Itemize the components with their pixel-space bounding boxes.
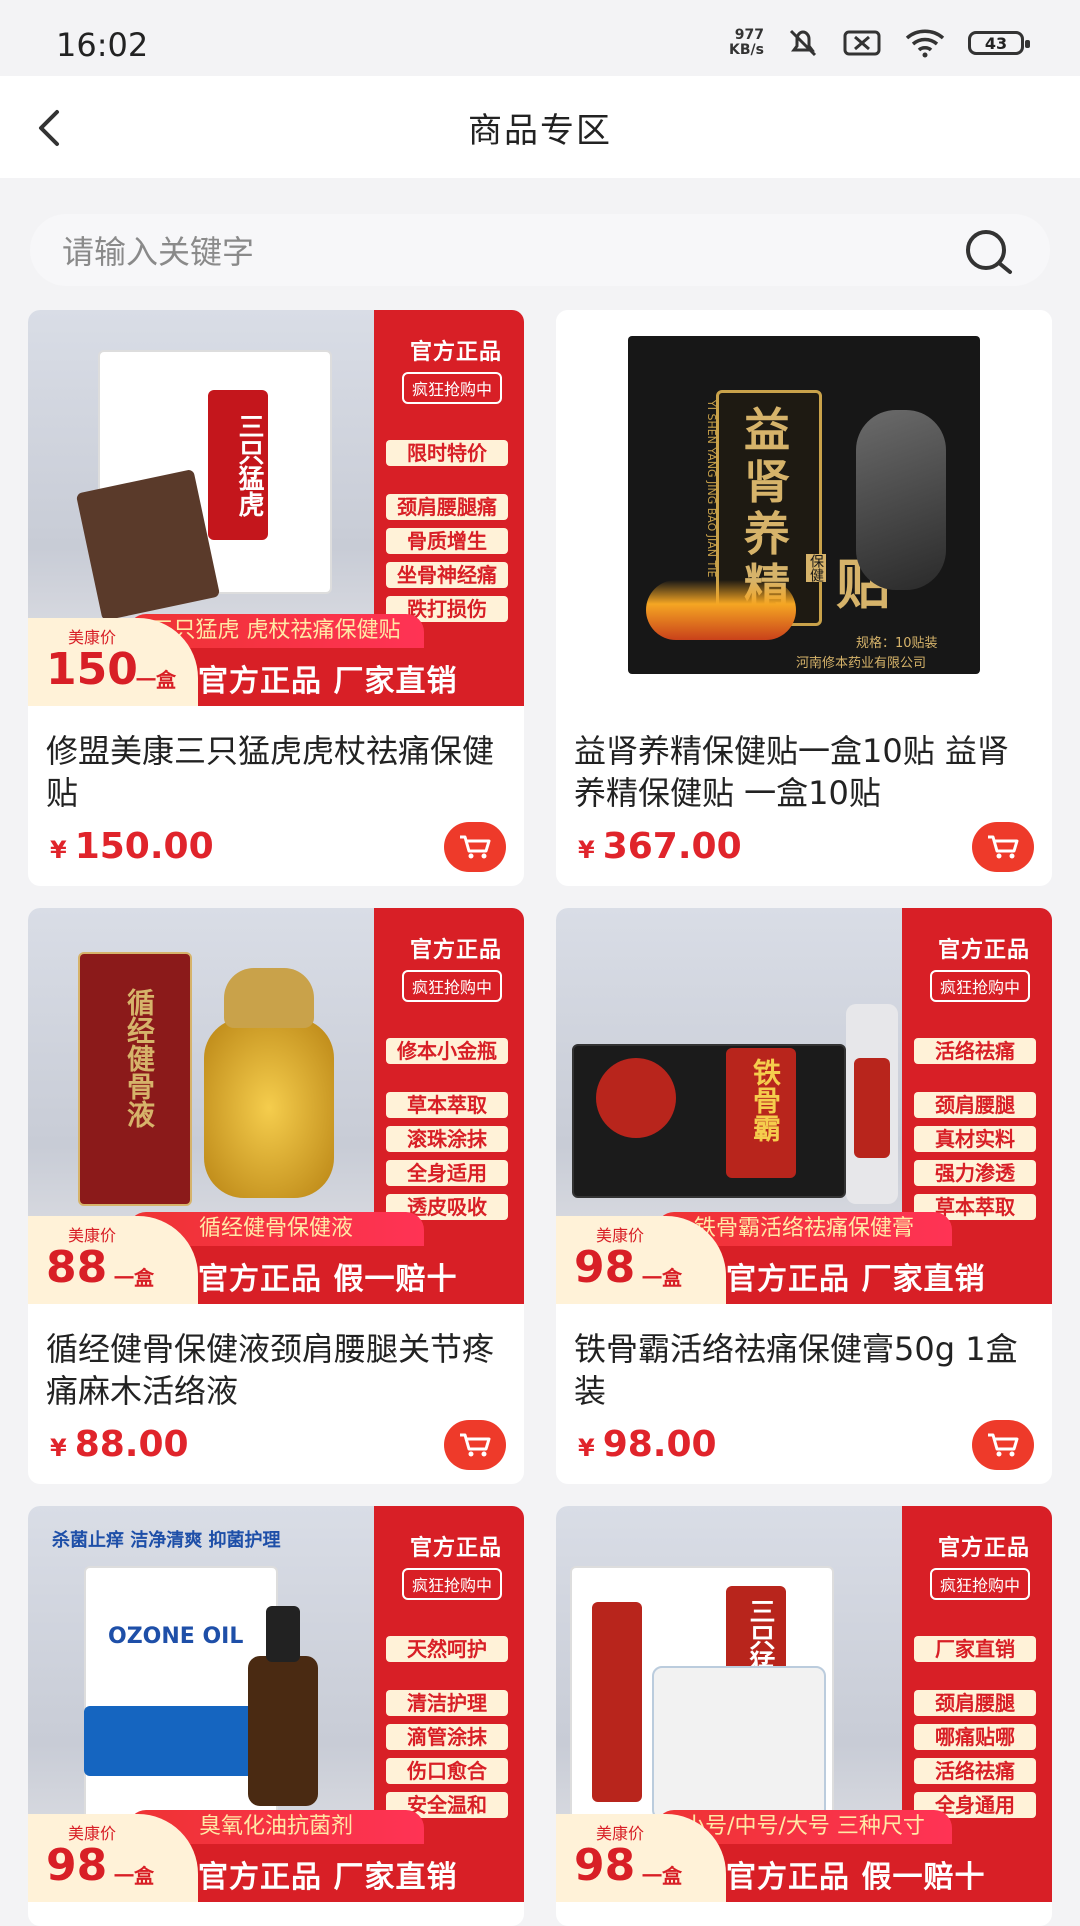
promo-strip: 官方正品 厂家直销: [198, 664, 458, 699]
promo-tag: 厂家直销: [914, 1636, 1036, 1662]
page-title: 商品专区: [468, 110, 612, 151]
product-name: 益肾养精保健贴一盒10贴 益肾养精保健贴 一盒10贴: [574, 732, 1009, 812]
promo-chip: 疯狂抢购中: [929, 1568, 1030, 1600]
promo-strip: 官方正品 假一赔十: [198, 1262, 458, 1297]
promo-tag: 真材实料: [914, 1126, 1036, 1152]
product-name: 修盟美康三只猛虎虎杖祛痛保健贴: [46, 732, 495, 812]
sim-off-icon: [843, 30, 881, 56]
promo-strip: 官方正品 厂家直销: [198, 1860, 458, 1895]
product-card[interactable]: 三只猛虎 官方正品 疯狂抢购中 厂家直销 颈肩腰腿 哪痛贴哪 活络祛痛 全身通用…: [556, 1506, 1052, 1926]
cart-icon: [460, 1433, 491, 1457]
search-input[interactable]: 请输入关键字: [62, 227, 254, 273]
promo-tags: 厂家直销 颈肩腰腿 哪痛贴哪 活络祛痛 全身通用: [914, 1636, 1036, 1818]
product-image: 三只猛虎 官方正品 疯狂抢购中 厂家直销 颈肩腰腿 哪痛贴哪 活络祛痛 全身通用…: [556, 1506, 1052, 1902]
product-card[interactable]: 三只猛虎 官方正品 疯狂抢购中 限时特价 颈肩腰腿痛 骨质增生 坐骨神经痛 跌打…: [28, 310, 524, 886]
promo-price-badge: 美康价 98 一盒: [556, 1216, 726, 1304]
box-company: 河南修本药业有限公司: [796, 656, 927, 671]
product-image: 杀菌止痒 洁净清爽 抑菌护理 OZONE OIL 官方正品 疯狂抢购中 天然呵护…: [28, 1506, 524, 1902]
promo-tag: 草本萃取: [386, 1092, 508, 1118]
promo-strip: 官方正品 厂家直销: [726, 1262, 986, 1297]
product-image: 三只猛虎 官方正品 疯狂抢购中 限时特价 颈肩腰腿痛 骨质增生 坐骨神经痛 跌打…: [28, 310, 524, 706]
cart-icon: [988, 1433, 1019, 1457]
promo-side-title: 官方正品: [937, 938, 1030, 963]
promo-tag: 颈肩腰腿: [914, 1690, 1036, 1716]
cart-icon: [988, 835, 1019, 859]
product-image: 循经健骨液 官方正品 疯狂抢购中 修本小金瓶 草本萃取 滚珠涂抹 全身适用 透皮…: [28, 908, 524, 1304]
promo-tag: 活络祛痛: [914, 1038, 1036, 1064]
product-card[interactable]: 杀菌止痒 洁净清爽 抑菌护理 OZONE OIL 官方正品 疯狂抢购中 天然呵护…: [28, 1506, 524, 1926]
add-to-cart-button[interactable]: [444, 822, 506, 872]
network-speed: 977 KB/s: [729, 27, 764, 58]
product-price: ¥150.00: [50, 826, 214, 867]
promo-tag: 颈肩腰腿: [914, 1092, 1036, 1118]
promo-tags: 天然呵护 清洁护理 滴管涂抹 伤口愈合 安全温和: [386, 1636, 508, 1818]
search-icon[interactable]: [962, 226, 1016, 276]
product-name: 铁骨霸活络祛痛保健膏50g 1盒装: [574, 1330, 1018, 1410]
product-price: ¥367.00: [578, 826, 742, 867]
product-name: 循经健骨保健液颈肩腰腿关节疼痛麻木活络液: [46, 1330, 495, 1410]
promo-chip: 疯狂抢购中: [401, 1568, 502, 1600]
product-price: ¥98.00: [578, 1424, 717, 1465]
add-to-cart-button[interactable]: [444, 1420, 506, 1470]
promo-tag: 天然呵护: [386, 1636, 508, 1662]
promo-price-badge: 美康价 98 一盒: [556, 1814, 726, 1902]
promo-tag: 滴管涂抹: [386, 1724, 508, 1750]
product-image: 铁骨霸 官方正品 疯狂抢购中 活络祛痛 颈肩腰腿 真材实料 强力渗透 草本萃取 …: [556, 908, 1052, 1304]
promo-side-title: 官方正品: [409, 938, 502, 963]
status-time: 16:02: [56, 26, 149, 64]
promo-tag: 限时特价: [386, 440, 508, 466]
promo-tags: 限时特价 颈肩腰腿痛 骨质增生 坐骨神经痛 跌打损伤: [386, 440, 508, 622]
promo-tag: 颈肩腰腿痛: [386, 494, 508, 520]
box-subtitle: 保健: [806, 554, 826, 582]
status-bar: 16:02 977 KB/s 43: [0, 0, 1080, 76]
promo-tag: 活络祛痛: [914, 1758, 1036, 1784]
box-text: 循经健骨液: [123, 988, 156, 1128]
product-price: ¥88.00: [50, 1424, 189, 1465]
promo-side-title: 官方正品: [409, 1536, 502, 1561]
promo-tag: 滚珠涂抹: [386, 1126, 508, 1152]
status-icons: 977 KB/s 43: [729, 26, 1030, 60]
promo-tags: 修本小金瓶 草本萃取 滚珠涂抹 全身适用 透皮吸收: [386, 1038, 508, 1220]
promo-tag: 修本小金瓶: [386, 1038, 508, 1064]
product-card[interactable]: 循经健骨液 官方正品 疯狂抢购中 修本小金瓶 草本萃取 滚珠涂抹 全身适用 透皮…: [28, 908, 524, 1484]
promo-price-badge: 美康价 88 一盒: [28, 1216, 198, 1304]
product-card[interactable]: 益肾养精 YI SHEN YANG JING BAO JIAN TIE 保健 贴…: [556, 310, 1052, 886]
promo-side-title: 官方正品: [937, 1536, 1030, 1561]
promo-strip: 官方正品 假一赔十: [726, 1860, 986, 1895]
promo-tag: 骨质增生: [386, 528, 508, 554]
promo-side-title: 官方正品: [409, 340, 502, 365]
back-button[interactable]: [22, 100, 78, 156]
promo-tag: 哪痛贴哪: [914, 1724, 1036, 1750]
page-header: 商品专区: [0, 76, 1080, 178]
promo-tag: 坐骨神经痛: [386, 562, 508, 588]
promo-tag: 全身适用: [386, 1160, 508, 1186]
add-to-cart-button[interactable]: [972, 822, 1034, 872]
promo-tag: 伤口愈合: [386, 1758, 508, 1784]
promo-chip: 疯狂抢购中: [401, 372, 502, 404]
wifi-icon: [905, 29, 945, 58]
add-to-cart-button[interactable]: [972, 1420, 1034, 1470]
cart-icon: [460, 835, 491, 859]
promo-tag: 清洁护理: [386, 1690, 508, 1716]
box-spec: 规格：10贴装: [856, 636, 938, 651]
chevron-left-icon: [39, 110, 59, 146]
bell-muted-icon: [789, 29, 817, 57]
promo-tag: 强力渗透: [914, 1160, 1036, 1186]
box-text: 铁骨霸: [749, 1058, 782, 1142]
promo-chip: 疯狂抢购中: [929, 970, 1030, 1002]
product-image: 益肾养精 YI SHEN YANG JING BAO JIAN TIE 保健 贴…: [556, 310, 1052, 706]
box-text: OZONE OIL: [108, 1624, 244, 1649]
promo-tags: 活络祛痛 颈肩腰腿 真材实料 强力渗透 草本萃取: [914, 1038, 1036, 1220]
promo-top-text: 杀菌止痒 洁净清爽 抑菌护理: [52, 1530, 281, 1551]
product-card[interactable]: 铁骨霸 官方正品 疯狂抢购中 活络祛痛 颈肩腰腿 真材实料 强力渗透 草本萃取 …: [556, 908, 1052, 1484]
promo-price-badge: 美康价 98 一盒: [28, 1814, 198, 1902]
promo-price-badge: 美康价 150 一盒: [28, 618, 198, 706]
promo-chip: 疯狂抢购中: [401, 970, 502, 1002]
battery-indicator: 43: [968, 31, 1030, 55]
box-pinyin: YI SHEN YANG JING BAO JIAN TIE: [705, 400, 718, 578]
search-bar[interactable]: 请输入关键字: [30, 214, 1050, 286]
